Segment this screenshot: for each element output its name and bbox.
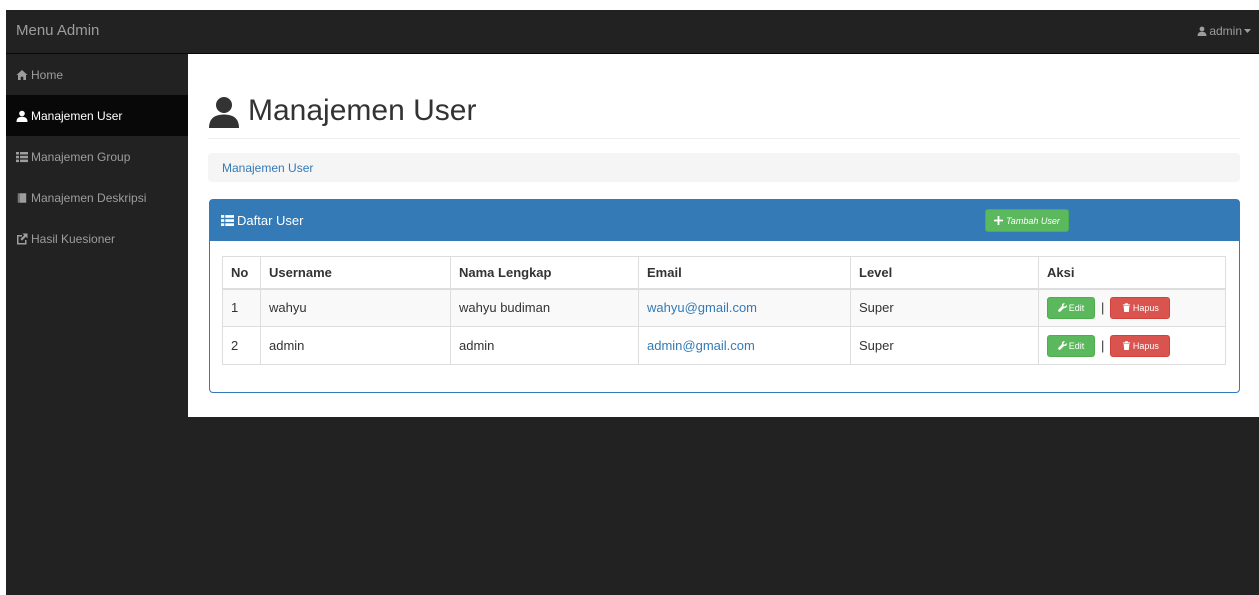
- trash-icon: [1122, 303, 1130, 313]
- edit-button[interactable]: Edit: [1047, 296, 1095, 319]
- column-header: Nama Lengkap: [450, 256, 639, 290]
- main-content: Manajemen User Manajemen User Daftar Use…: [188, 54, 1259, 417]
- sidebar-item-manajemen-group[interactable]: Manajemen Group: [6, 136, 188, 177]
- column-header: No: [222, 256, 261, 290]
- wrench-icon: [1057, 303, 1067, 313]
- sidebar-item-label: Home: [31, 67, 64, 82]
- cell-nama-lengkap: wahyu budiman: [450, 288, 639, 327]
- cell-level: Super: [850, 288, 1039, 327]
- user-icon: [1197, 26, 1207, 36]
- panel-title-text: Daftar User: [237, 213, 304, 228]
- plus-icon: [994, 216, 1004, 225]
- breadcrumb: Manajemen User: [208, 153, 1240, 182]
- page-title: Manajemen User: [248, 94, 477, 127]
- cell-email: wahyu@gmail.com: [638, 288, 851, 327]
- panel-heading: Daftar User Tambah User: [210, 200, 1239, 241]
- cell-no: 1: [222, 288, 261, 327]
- sidebar-item-label: Manajemen User: [31, 108, 123, 123]
- user-menu-dropdown[interactable]: admin: [1197, 24, 1251, 38]
- caret-down-icon: [1244, 28, 1251, 33]
- sidebar-item-manajemen-user[interactable]: Manajemen User: [6, 95, 188, 136]
- cell-aksi: Edit | Hapus: [1038, 326, 1226, 365]
- user-name: admin: [1209, 24, 1242, 38]
- cell-email: admin@gmail.com: [638, 326, 851, 365]
- cell-aksi: Edit | Hapus: [1038, 288, 1226, 327]
- sidebar-item-label: Hasil Kuesioner: [31, 231, 116, 246]
- wrench-icon: [1057, 341, 1067, 350]
- email-link[interactable]: wahyu@gmail.com: [647, 300, 757, 315]
- action-separator: |: [1101, 338, 1105, 353]
- edit-label: Edit: [1068, 340, 1085, 351]
- column-header: Aksi: [1038, 256, 1226, 290]
- sidebar-item-home[interactable]: Home: [6, 54, 188, 95]
- delete-button[interactable]: Hapus: [1110, 334, 1171, 357]
- panel-title: Daftar User: [221, 213, 303, 228]
- sidebar-item-manajemen-deskripsi[interactable]: Manajemen Deskripsi: [6, 177, 188, 218]
- cell-nama-lengkap: admin: [450, 326, 639, 365]
- user-table: No Username Nama Lengkap Email Level Aks…: [222, 256, 1226, 365]
- sidebar-item-label: Manajemen Group: [31, 149, 131, 164]
- add-user-button[interactable]: Tambah User: [985, 209, 1069, 232]
- cell-no: 2: [222, 326, 261, 365]
- top-navbar: Menu Admin admin: [6, 10, 1259, 54]
- breadcrumb-link[interactable]: Manajemen User: [222, 161, 313, 175]
- edit-button[interactable]: Edit: [1047, 334, 1095, 357]
- sidebar-nav: Home Manajemen User Manajemen Group Mana…: [6, 54, 188, 259]
- trash-icon: [1122, 341, 1130, 350]
- delete-label: Hapus: [1132, 340, 1159, 351]
- brand-link[interactable]: Menu Admin: [16, 22, 99, 39]
- page-header: Manajemen User: [208, 94, 1240, 139]
- column-header: Level: [850, 256, 1039, 290]
- list-icon: [16, 151, 28, 162]
- sidebar-item-hasil-kuesioner[interactable]: Hasil Kuesioner: [6, 218, 188, 259]
- edit-label: Edit: [1068, 302, 1085, 313]
- column-header: Email: [638, 256, 851, 290]
- book-icon: [17, 192, 27, 203]
- cell-level: Super: [850, 326, 1039, 365]
- share-icon: [17, 233, 28, 244]
- column-header: Username: [260, 256, 451, 290]
- add-user-label: Tambah User: [1006, 215, 1060, 226]
- table-row: 2 admin admin admin@gmail.com Super Edit: [222, 326, 1226, 365]
- table-row: 1 wahyu wahyu budiman wahyu@gmail.com Su…: [222, 288, 1226, 327]
- app-frame: Menu Admin admin Home Manajemen User Man…: [6, 10, 1259, 595]
- action-separator: |: [1101, 300, 1105, 316]
- cell-username: wahyu: [260, 288, 451, 327]
- user-list-panel: Daftar User Tambah User No Username Nama…: [209, 199, 1240, 393]
- cell-username: admin: [260, 326, 451, 365]
- user-icon: [209, 97, 239, 128]
- sidebar-item-label: Manajemen Deskripsi: [31, 190, 147, 205]
- delete-label: Hapus: [1132, 302, 1159, 313]
- table-header-row: No Username Nama Lengkap Email Level Aks…: [222, 256, 1226, 290]
- list-icon: [221, 215, 234, 227]
- user-icon: [16, 110, 28, 122]
- delete-button[interactable]: Hapus: [1110, 296, 1171, 319]
- email-link[interactable]: admin@gmail.com: [647, 338, 755, 353]
- home-icon: [16, 69, 28, 80]
